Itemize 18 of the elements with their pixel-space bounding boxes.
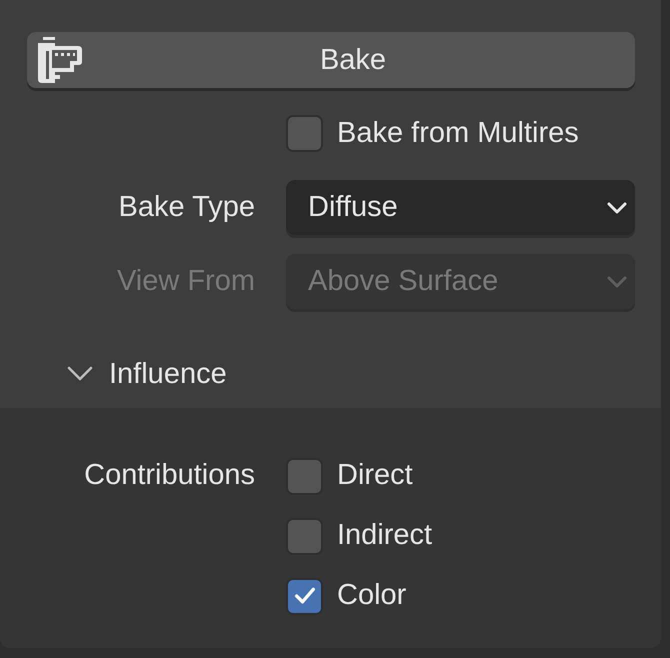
checkbox-label: Direct [337,458,413,494]
checkbox[interactable] [286,115,323,152]
chevron-down-icon [607,276,627,288]
checkbox[interactable] [286,458,323,494]
checkbox[interactable] [286,578,323,614]
checkbox-label: Color [337,578,406,614]
field-label: Bake Type [117,190,255,225]
bake-button[interactable]: Bake [27,32,635,88]
checkbox-label: Bake from Multires [337,116,579,151]
dropdown[interactable]: Diffuse [286,180,635,235]
film-roll-icon [38,37,82,83]
field-label: Contributions [84,458,255,494]
checkbox[interactable] [286,518,323,554]
chevron-down-icon [607,202,627,214]
panel-header[interactable]: Influence [0,340,661,408]
checkbox-label: Indirect [337,518,432,554]
checkmark-icon [292,586,316,606]
field-label: View From [116,264,255,299]
